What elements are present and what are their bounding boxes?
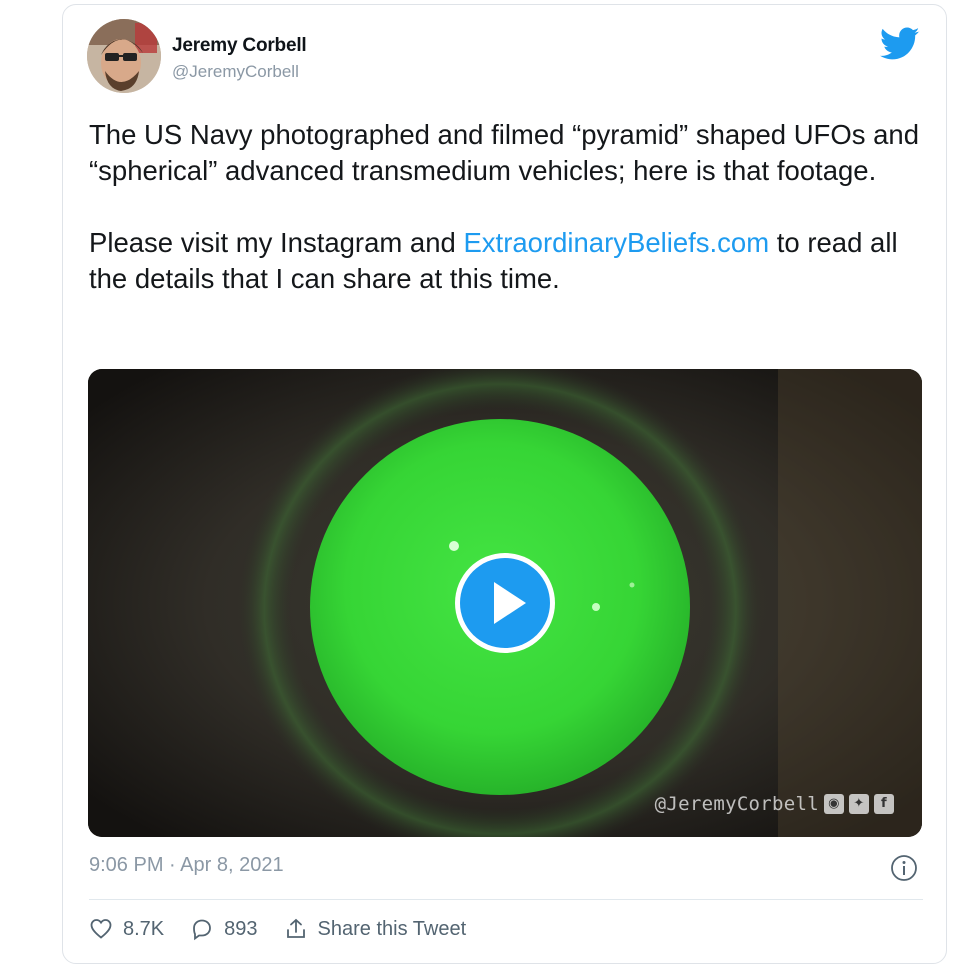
like-button[interactable]: 8.7K <box>89 917 164 941</box>
author-name[interactable]: Jeremy Corbell <box>172 35 307 57</box>
like-count: 8.7K <box>123 917 165 940</box>
tweet-text: The US Navy photographed and filmed “pyr… <box>89 117 929 297</box>
play-button[interactable] <box>452 550 558 656</box>
twitter-icon: ✦ <box>849 794 869 814</box>
tweet-actions: 8.7K 893 Share this Tweet <box>89 917 492 941</box>
tweet-paragraph-2: Please visit my Instagram and Extraordin… <box>89 225 929 297</box>
tweet-paragraph-1: The US Navy photographed and filmed “pyr… <box>89 119 920 186</box>
reply-button[interactable]: 893 <box>190 917 258 941</box>
extraordinary-beliefs-link[interactable]: ExtraordinaryBeliefs.com <box>463 227 769 258</box>
play-icon <box>455 553 555 653</box>
facebook-icon: f <box>874 794 894 814</box>
tweet-timestamp[interactable]: 9:06 PM · Apr 8, 2021 <box>89 854 284 877</box>
watermark-handle: @JeremyCorbell <box>654 793 819 815</box>
author-handle[interactable]: @JeremyCorbell <box>172 62 299 82</box>
reply-icon <box>193 919 212 941</box>
instagram-icon: ◉ <box>824 794 844 814</box>
divider <box>89 899 923 900</box>
share-label: Share this Tweet <box>317 917 467 940</box>
heart-icon <box>90 919 112 939</box>
video-thumbnail[interactable]: @JeremyCorbell ◉ ✦ f <box>88 369 922 837</box>
avatar[interactable] <box>87 19 161 93</box>
share-icon <box>286 918 305 938</box>
reply-count: 893 <box>224 917 258 940</box>
tweet-card: Jeremy Corbell @JeremyCorbell The US Nav… <box>62 4 947 964</box>
share-button[interactable]: Share this Tweet <box>284 917 467 941</box>
info-icon[interactable] <box>889 853 919 883</box>
video-watermark: @JeremyCorbell ◉ ✦ f <box>655 791 894 817</box>
tweet-paragraph-2-start: Please visit my Instagram and <box>89 227 464 258</box>
twitter-bird-icon[interactable] <box>879 27 920 61</box>
